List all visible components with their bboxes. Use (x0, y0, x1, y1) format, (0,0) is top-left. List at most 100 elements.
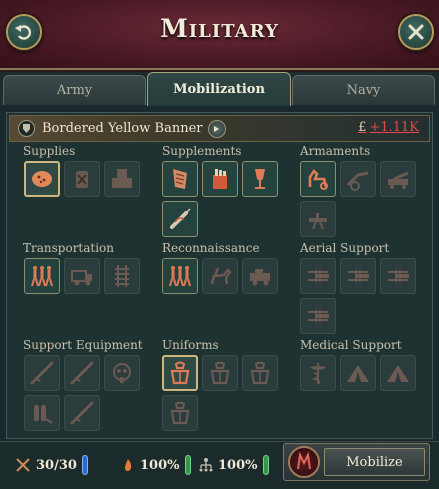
uniforms-option-2[interactable] (202, 355, 238, 391)
aerial-support-option-3[interactable] (380, 258, 416, 294)
banner-row: Bordered Yellow Banner £ +1.11K (9, 115, 430, 142)
unit-count-value: 30/30 (36, 457, 77, 473)
medical-support-option-3[interactable] (380, 355, 416, 391)
unit-count-stat: 30/30 (14, 455, 88, 475)
category-label-reconnaissance: Reconnaissance (162, 241, 260, 255)
gas-mask-icon (113, 363, 131, 383)
uniforms-option-3[interactable] (242, 355, 278, 391)
canned-goods-icon (76, 171, 88, 188)
stacked-crates-icon (112, 169, 132, 188)
banner-shield-icon (18, 120, 35, 137)
supplies-option-food-ration[interactable] (24, 161, 60, 197)
aerial-support-option-1[interactable] (300, 258, 336, 294)
uniform-icon (210, 361, 230, 385)
currency-icon: £ (358, 120, 367, 135)
field-tent-icon (387, 365, 409, 382)
transportation-option-truck[interactable] (64, 258, 100, 294)
flamethrower-icon (34, 405, 53, 424)
tab-navy[interactable]: Navy (292, 75, 435, 105)
mobilize-button[interactable]: Mobilize (324, 448, 425, 476)
supplements-option-wine[interactable] (242, 161, 278, 197)
organization-stat: 100% (198, 455, 269, 475)
reconnaissance-option-infantry[interactable] (162, 258, 198, 294)
support-equipment-option-5[interactable] (64, 395, 100, 431)
armaments-option-heavy-artillery[interactable] (380, 161, 416, 197)
truck-icon (71, 270, 92, 286)
transportation-option-infantry[interactable] (24, 258, 60, 294)
biplane-icon (348, 270, 369, 282)
railway-icon (115, 265, 129, 287)
tobacco-icon (173, 169, 187, 189)
cost-value: +1.11K (369, 120, 419, 135)
close-icon (408, 24, 424, 40)
support-equipment-option-1[interactable] (24, 355, 60, 391)
supplies-option-canned-goods[interactable] (64, 161, 100, 197)
supplies-option-crates[interactable] (104, 161, 140, 197)
marching-infantry-icon (169, 266, 191, 287)
heavy-artillery-icon (388, 171, 409, 189)
biplane-icon (308, 310, 329, 322)
flame-icon (125, 459, 132, 471)
uniform-icon (250, 361, 270, 385)
crossed-swords-icon (16, 458, 30, 472)
organization-value: 100% (218, 457, 258, 473)
cavalry-icon (210, 267, 232, 285)
armaments-option-field-gun[interactable] (340, 161, 376, 197)
morphine-icon (170, 208, 191, 229)
reconnaissance-option-armored-car[interactable] (242, 258, 278, 294)
armaments-option-machine-gun[interactable] (300, 201, 336, 237)
medical-support-option-1[interactable] (300, 355, 336, 391)
close-button[interactable] (398, 14, 434, 50)
category-label-medical-support: Medical Support (300, 338, 402, 352)
uniforms-option-1[interactable] (162, 355, 198, 391)
go-to-banner-button[interactable] (208, 119, 227, 138)
page-title: Military (160, 14, 279, 43)
transportation-option-railway[interactable] (104, 258, 140, 294)
marching-infantry-icon (31, 266, 53, 287)
category-label-support-equipment: Support Equipment (23, 338, 143, 352)
arrow-right-icon (214, 125, 220, 132)
mobilize-control: Mobilize (283, 443, 430, 481)
category-label-transportation: Transportation (23, 241, 115, 255)
aerial-support-option-2[interactable] (340, 258, 376, 294)
supplements-option-cigarettes[interactable] (202, 161, 238, 197)
organization-bar (262, 455, 269, 475)
biplane-icon (388, 270, 409, 282)
tab-mobilization[interactable]: Mobilization (147, 72, 291, 106)
tab-bar: Army Mobilization Navy (0, 72, 439, 106)
uniform-icon (170, 401, 190, 425)
reconnaissance-option-cavalry[interactable] (202, 258, 238, 294)
medical-support-option-2[interactable] (340, 355, 376, 391)
tab-army[interactable]: Army (3, 75, 146, 105)
banner-name: Bordered Yellow Banner (42, 121, 203, 136)
morale-bar (184, 455, 191, 475)
support-equipment-option-2[interactable] (64, 355, 100, 391)
uniforms-option-4[interactable] (162, 395, 198, 431)
category-label-armaments: Armaments (300, 144, 371, 158)
armored-car-icon (250, 269, 270, 286)
category-label-uniforms: Uniforms (162, 338, 219, 352)
uniform-icon (170, 361, 190, 385)
category-label-supplies: Supplies (23, 144, 76, 158)
biplane-icon (308, 270, 329, 282)
support-equipment-option-3[interactable] (104, 355, 140, 391)
machine-gun-icon (309, 213, 327, 230)
unit-count-bar (81, 455, 88, 475)
hierarchy-icon (199, 458, 213, 472)
support-equipment-option-4[interactable] (24, 395, 60, 431)
mobilization-panel: Bordered Yellow Banner £ +1.11K Supplies … (6, 112, 433, 439)
caduceus-icon (310, 363, 326, 385)
horse-artillery-icon (308, 168, 328, 190)
category-label-aerial-support: Aerial Support (300, 241, 390, 255)
supplements-option-morphine[interactable] (162, 201, 198, 237)
field-gun-icon (346, 171, 369, 191)
aerial-support-option-4[interactable] (300, 298, 336, 334)
rifle-icon (70, 361, 94, 385)
rifle-icon (70, 401, 94, 425)
mobilization-emblem-icon (288, 446, 320, 478)
mobilization-cost[interactable]: £ +1.11K (358, 120, 419, 135)
food-ration-icon (32, 171, 52, 187)
armaments-option-horse-artillery[interactable] (300, 161, 336, 197)
rifle-icon (30, 361, 54, 385)
supplements-option-tobacco[interactable] (162, 161, 198, 197)
